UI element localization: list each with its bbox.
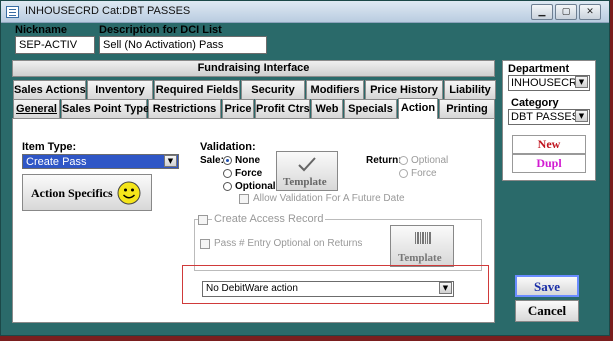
tab-restrictions[interactable]: Restrictions (148, 99, 221, 118)
return-force-radio[interactable] (399, 169, 408, 178)
tab-price[interactable]: Price (222, 99, 254, 118)
tab-security[interactable]: Security (241, 80, 305, 99)
sale-none-label: None (235, 155, 260, 166)
return-optional-label: Optional (411, 155, 449, 166)
action-specifics-label: Action Specifics (31, 186, 113, 200)
department-label: Department (508, 63, 570, 75)
return-optional-radio[interactable] (399, 156, 408, 165)
department-select[interactable]: INHOUSECRD ▼ (508, 75, 590, 91)
sale-optional-radio[interactable] (223, 182, 232, 191)
tab-required-fields[interactable]: Required Fields (154, 80, 240, 99)
department-panel: Department INHOUSECRD ▼ Category DBT PAS… (502, 60, 596, 181)
chevron-down-icon[interactable]: ▼ (164, 155, 177, 167)
close-button[interactable]: ✕ (579, 4, 601, 20)
sale-force-label: Force (235, 168, 263, 179)
chevron-down-icon[interactable]: ▼ (439, 282, 452, 294)
tab-general[interactable]: General (13, 99, 60, 118)
nickname-label: Nickname (15, 24, 67, 36)
tab-price-history[interactable]: Price History (365, 80, 443, 99)
item-type-select[interactable]: Create Pass ▼ (22, 154, 179, 169)
fundraising-interface-button[interactable]: Fundraising Interface (12, 60, 495, 77)
return-force-label: Force (411, 168, 437, 179)
sale-none-radio[interactable] (223, 156, 232, 165)
access-template-label: Template (398, 252, 442, 264)
tab-profit-ctrs[interactable]: Profit Ctrs (255, 99, 310, 118)
app-icon (6, 6, 19, 18)
sale-optional-label: Optional (235, 181, 276, 192)
tab-sales-actions[interactable]: Sales Actions (13, 80, 86, 99)
validation-template-button[interactable]: Template (276, 151, 338, 191)
action-tab-panel: Item Type: Create Pass ▼ Action Specific… (12, 118, 495, 323)
tab-web[interactable]: Web (311, 99, 343, 118)
minimize-button[interactable]: ▁ (531, 4, 553, 20)
tab-printing[interactable]: Printing (439, 99, 495, 118)
create-access-label: Create Access Record (212, 213, 326, 225)
barcode-icon (415, 232, 431, 244)
validation-template-label: Template (283, 176, 327, 188)
checkmark-icon (298, 157, 316, 172)
title-bar: INHOUSECRD Cat:DBT PASSES ▁ ▢ ✕ (1, 1, 609, 23)
create-access-checkbox[interactable] (198, 215, 208, 225)
pass-entry-label: Pass # Entry Optional on Returns (214, 238, 363, 249)
save-button[interactable]: Save (515, 275, 579, 297)
nickname-field[interactable]: SEP-ACTIV (15, 36, 95, 54)
return-label: Return: (366, 155, 402, 166)
allow-future-label: Allow Validation For A Future Date (253, 193, 405, 204)
tab-modifiers[interactable]: Modifiers (306, 80, 364, 99)
tab-sales-point-type[interactable]: Sales Point Type (61, 99, 149, 118)
dupl-button[interactable]: Dupl (512, 154, 586, 173)
sale-label: Sale: (200, 155, 224, 166)
description-label: Description for DCI List (99, 24, 222, 36)
category-select[interactable]: DBT PASSES ▼ (508, 109, 590, 125)
window-title: INHOUSECRD Cat:DBT PASSES (25, 5, 191, 17)
chevron-down-icon[interactable]: ▼ (575, 110, 588, 122)
maximize-button[interactable]: ▢ (555, 4, 577, 20)
pass-entry-checkbox[interactable] (200, 239, 210, 249)
chevron-down-icon[interactable]: ▼ (575, 76, 588, 88)
debitware-select[interactable]: No DebitWare action ▼ (202, 281, 454, 297)
tab-inventory[interactable]: Inventory (87, 80, 153, 99)
action-specifics-button[interactable]: Action Specifics (22, 174, 152, 211)
access-template-button[interactable]: Template (390, 225, 454, 267)
validation-label: Validation: (200, 141, 256, 153)
new-button[interactable]: New (512, 135, 586, 154)
item-type-value: Create Pass (26, 156, 87, 168)
smiley-icon (117, 181, 141, 205)
category-label: Category (511, 97, 559, 109)
tab-specials[interactable]: Specials (344, 99, 397, 118)
department-value: INHOUSECRD (511, 77, 585, 89)
tab-liability[interactable]: Liability (444, 80, 496, 99)
tab-action[interactable]: Action (398, 98, 438, 119)
allow-future-checkbox[interactable] (239, 194, 249, 204)
debitware-value: No DebitWare action (206, 283, 298, 294)
description-field[interactable]: Sell (No Activation) Pass (99, 36, 267, 54)
item-type-label: Item Type: (22, 141, 77, 153)
main-window: INHOUSECRD Cat:DBT PASSES ▁ ▢ ✕ Nickname… (0, 0, 610, 336)
category-value: DBT PASSES (511, 111, 580, 123)
cancel-button[interactable]: Cancel (515, 300, 579, 322)
sale-force-radio[interactable] (223, 169, 232, 178)
